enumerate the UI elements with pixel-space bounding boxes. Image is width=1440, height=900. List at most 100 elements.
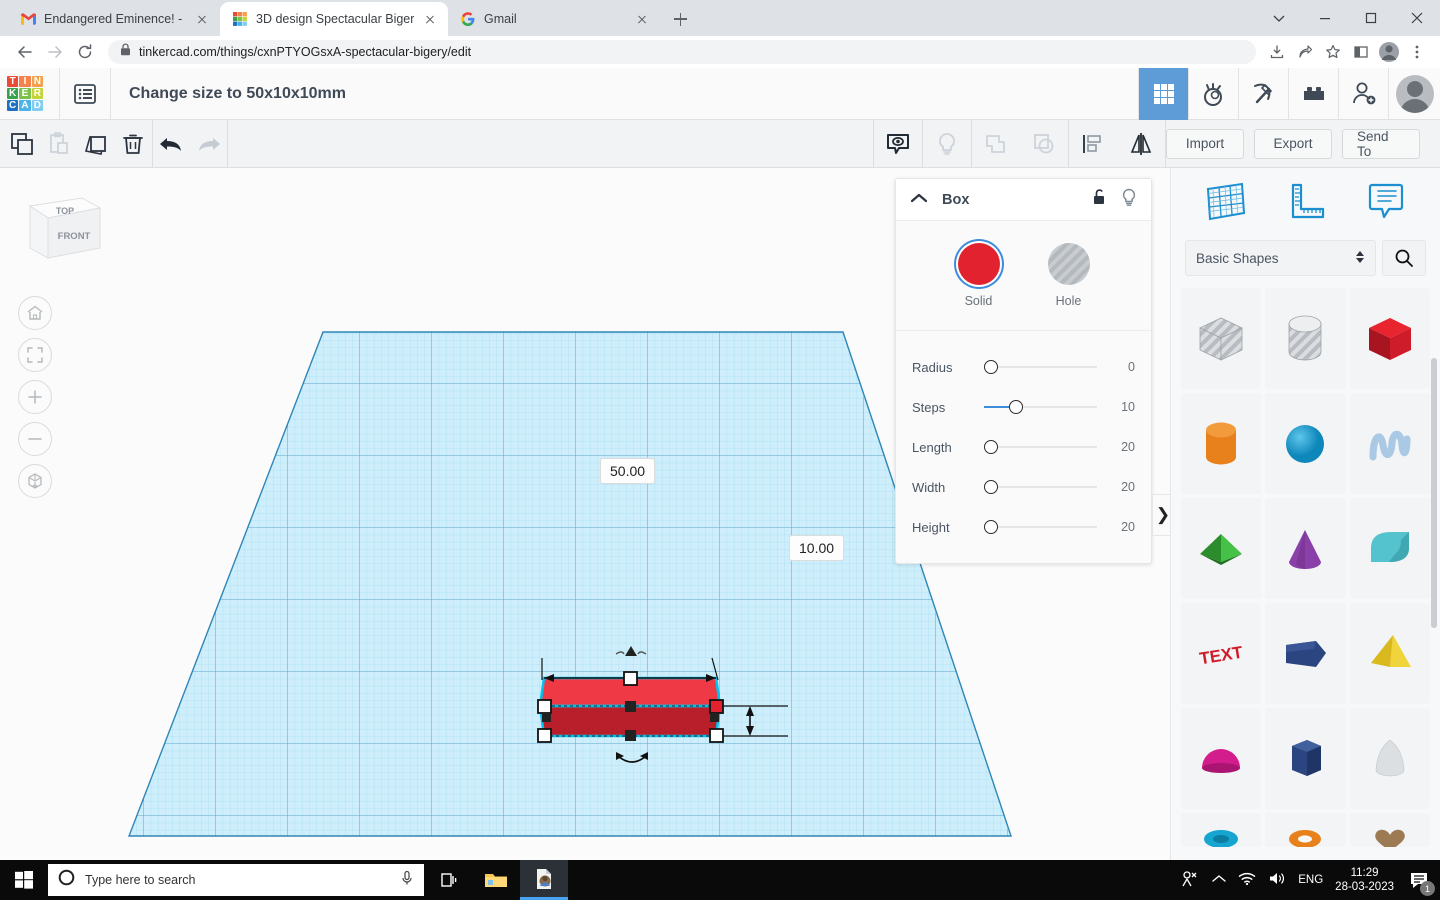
hole-swatch[interactable] xyxy=(1048,243,1090,285)
url-bar[interactable]: tinkercad.com/things/cxnPTYOGsxA-spectac… xyxy=(108,40,1256,64)
import-button[interactable]: Import xyxy=(1166,129,1244,159)
chevron-up-icon[interactable] xyxy=(910,191,928,209)
view-cube[interactable]: TOP FRONT xyxy=(22,192,104,270)
copy-icon[interactable] xyxy=(3,120,40,167)
shape-category-select[interactable]: Basic Shapes xyxy=(1185,240,1376,276)
hole-option[interactable]: Hole xyxy=(1048,243,1090,308)
chrome-menu-icon[interactable] xyxy=(1404,37,1430,67)
tab-close-icon[interactable] xyxy=(194,11,210,27)
search-input[interactable]: Type here to search xyxy=(48,864,424,896)
notes-icon[interactable] xyxy=(1363,179,1409,230)
shape-heart-brown[interactable] xyxy=(1350,813,1430,847)
close-button[interactable] xyxy=(1394,0,1440,36)
page-title[interactable]: Change size to 50x10x10mm xyxy=(111,85,346,103)
bookmark-star-icon[interactable] xyxy=(1320,37,1346,67)
windows-start-icon[interactable] xyxy=(0,860,48,900)
notifications-icon[interactable]: 1 xyxy=(1406,867,1432,893)
shape-scribble[interactable] xyxy=(1350,393,1430,494)
undo-icon[interactable] xyxy=(153,120,190,167)
tab-close-icon[interactable] xyxy=(634,11,650,27)
file-explorer-icon[interactable] xyxy=(472,860,520,900)
height-dimension-label[interactable]: 10.00 xyxy=(789,535,844,561)
zoom-out-icon[interactable] xyxy=(18,422,52,456)
slider-length[interactable]: Length 20 xyxy=(896,427,1151,467)
slider-track[interactable] xyxy=(984,399,1097,415)
microphone-icon[interactable] xyxy=(400,870,414,891)
delete-icon[interactable] xyxy=(115,120,152,167)
shape-tube-cyan[interactable] xyxy=(1181,813,1261,847)
solid-option[interactable]: Solid xyxy=(958,243,1000,308)
browser-window-icon[interactable] xyxy=(520,860,568,900)
shape-dome-pink[interactable] xyxy=(1181,708,1261,809)
lego-brick-icon[interactable] xyxy=(1288,68,1338,120)
tinkercad-logo[interactable]: T I N K E R C A D xyxy=(7,76,43,112)
show-hide-icon[interactable] xyxy=(874,120,922,167)
shape-sphere-blue[interactable] xyxy=(1265,393,1345,494)
shape-cylinder-hole[interactable] xyxy=(1265,288,1345,389)
slider-track[interactable] xyxy=(984,519,1097,535)
shape-box-red[interactable] xyxy=(1350,288,1430,389)
home-view-icon[interactable] xyxy=(18,296,52,330)
orthographic-view-icon[interactable] xyxy=(18,464,52,498)
share-icon[interactable] xyxy=(1292,37,1318,67)
duplicate-icon[interactable] xyxy=(78,120,115,167)
project-list-icon[interactable] xyxy=(60,68,110,120)
reload-icon[interactable] xyxy=(70,37,100,67)
slider-track[interactable] xyxy=(984,359,1097,375)
slider-height[interactable]: Height 20 xyxy=(896,507,1151,547)
download-icon[interactable] xyxy=(1264,37,1290,67)
browser-tab-3[interactable]: Gmail xyxy=(448,2,660,36)
shapes-panel-scrollbar[interactable] xyxy=(1431,358,1437,628)
invite-people-icon[interactable] xyxy=(1338,68,1388,120)
slider-track[interactable] xyxy=(984,439,1097,455)
chrome-tabsearch-icon[interactable] xyxy=(1256,0,1302,36)
send-to-button[interactable]: Send To xyxy=(1342,129,1420,159)
shape-box-hole[interactable] xyxy=(1181,288,1261,389)
task-view-icon[interactable] xyxy=(424,860,472,900)
user-avatar[interactable] xyxy=(1388,68,1440,120)
unlock-icon[interactable] xyxy=(1091,188,1107,211)
shape-pyramid-yellow[interactable] xyxy=(1350,603,1430,704)
shape-roof-cyan[interactable] xyxy=(1350,498,1430,599)
maximize-button[interactable] xyxy=(1348,0,1394,36)
shape-polygon-blue[interactable] xyxy=(1265,603,1345,704)
sidebar-icon[interactable] xyxy=(1348,37,1374,67)
slider-width[interactable]: Width 20 xyxy=(896,467,1151,507)
length-dimension-label[interactable]: 50.00 xyxy=(600,458,655,484)
shape-cylinder-orange[interactable] xyxy=(1181,393,1261,494)
minecraft-pickaxe-icon[interactable] xyxy=(1238,68,1288,120)
show-hidden-icons-icon[interactable] xyxy=(1212,874,1226,887)
browser-tab-1[interactable]: Endangered Eminence! - hemant xyxy=(8,2,220,36)
shape-paraboloid-white[interactable] xyxy=(1350,708,1430,809)
new-tab-button[interactable] xyxy=(666,5,694,33)
wifi-icon[interactable] xyxy=(1238,871,1256,889)
minimize-button[interactable] xyxy=(1302,0,1348,36)
profile-avatar-icon[interactable] xyxy=(1376,37,1402,67)
mirror-icon[interactable] xyxy=(1117,120,1165,167)
fit-to-view-icon[interactable] xyxy=(18,338,52,372)
align-icon[interactable] xyxy=(1069,120,1117,167)
shape-torus-orange[interactable] xyxy=(1265,813,1345,847)
clock[interactable]: 11:29 28-03-2023 xyxy=(1335,866,1394,894)
shape-pyramid-green[interactable] xyxy=(1181,498,1261,599)
back-icon[interactable] xyxy=(10,37,40,67)
shape-text-red[interactable]: TEXT xyxy=(1181,603,1261,704)
slider-steps[interactable]: Steps 10 xyxy=(896,387,1151,427)
volume-icon[interactable] xyxy=(1268,871,1286,889)
export-button[interactable]: Export xyxy=(1254,129,1332,159)
tab-close-icon[interactable] xyxy=(422,11,438,27)
codeblocks-icon[interactable] xyxy=(1188,68,1238,120)
designs-grid-icon[interactable] xyxy=(1138,68,1188,120)
slider-track[interactable] xyxy=(984,479,1097,495)
forward-icon[interactable] xyxy=(40,37,70,67)
light-bulb-icon[interactable] xyxy=(1121,188,1137,212)
zoom-in-icon[interactable] xyxy=(18,380,52,414)
people-icon[interactable] xyxy=(1180,870,1200,891)
solid-swatch[interactable] xyxy=(958,243,1000,285)
workplane-icon[interactable] xyxy=(1202,179,1248,230)
shape-cone-purple[interactable] xyxy=(1265,498,1345,599)
search-icon[interactable] xyxy=(1382,240,1426,276)
browser-tab-2[interactable]: 3D design Spectacular Bigery | Ti xyxy=(220,2,448,36)
slider-radius[interactable]: Radius 0 xyxy=(896,347,1151,387)
language-indicator[interactable]: ENG xyxy=(1298,874,1323,886)
